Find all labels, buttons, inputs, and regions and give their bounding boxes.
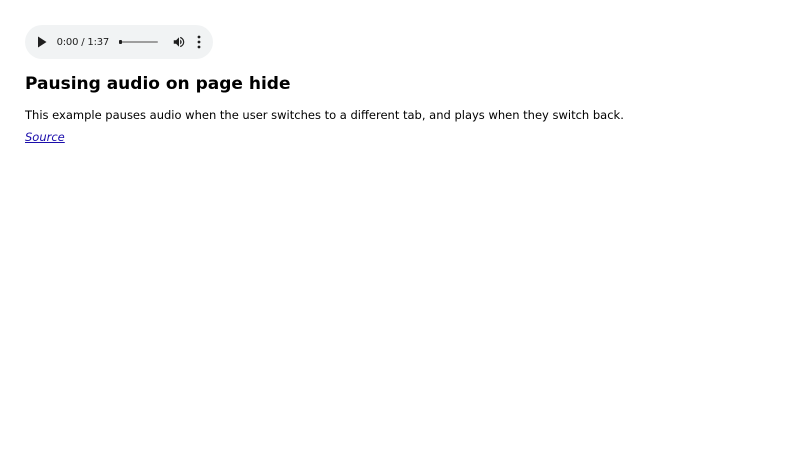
more-options-button[interactable] <box>192 34 205 50</box>
source-link[interactable]: Source <box>25 130 65 144</box>
volume-button[interactable] <box>172 34 186 50</box>
time-display: 0:00/1:37 <box>56 36 110 48</box>
seek-slider[interactable] <box>119 40 159 44</box>
current-time: 0:00 <box>56 36 79 48</box>
more-vert-icon <box>197 35 201 49</box>
play-icon <box>38 36 47 48</box>
duration: 1:37 <box>87 36 110 48</box>
play-button[interactable] <box>36 34 49 50</box>
volume-icon <box>174 36 185 48</box>
audio-player[interactable]: 0:00/1:37 <box>25 25 213 59</box>
time-separator: / <box>81 36 85 48</box>
page: 0:00/1:37 Pausing audio on page hide Thi… <box>0 0 800 450</box>
page-title: Pausing audio on page hide <box>25 74 291 94</box>
seek-thumb[interactable] <box>119 40 123 44</box>
page-description: This example pauses audio when the user … <box>25 108 624 122</box>
